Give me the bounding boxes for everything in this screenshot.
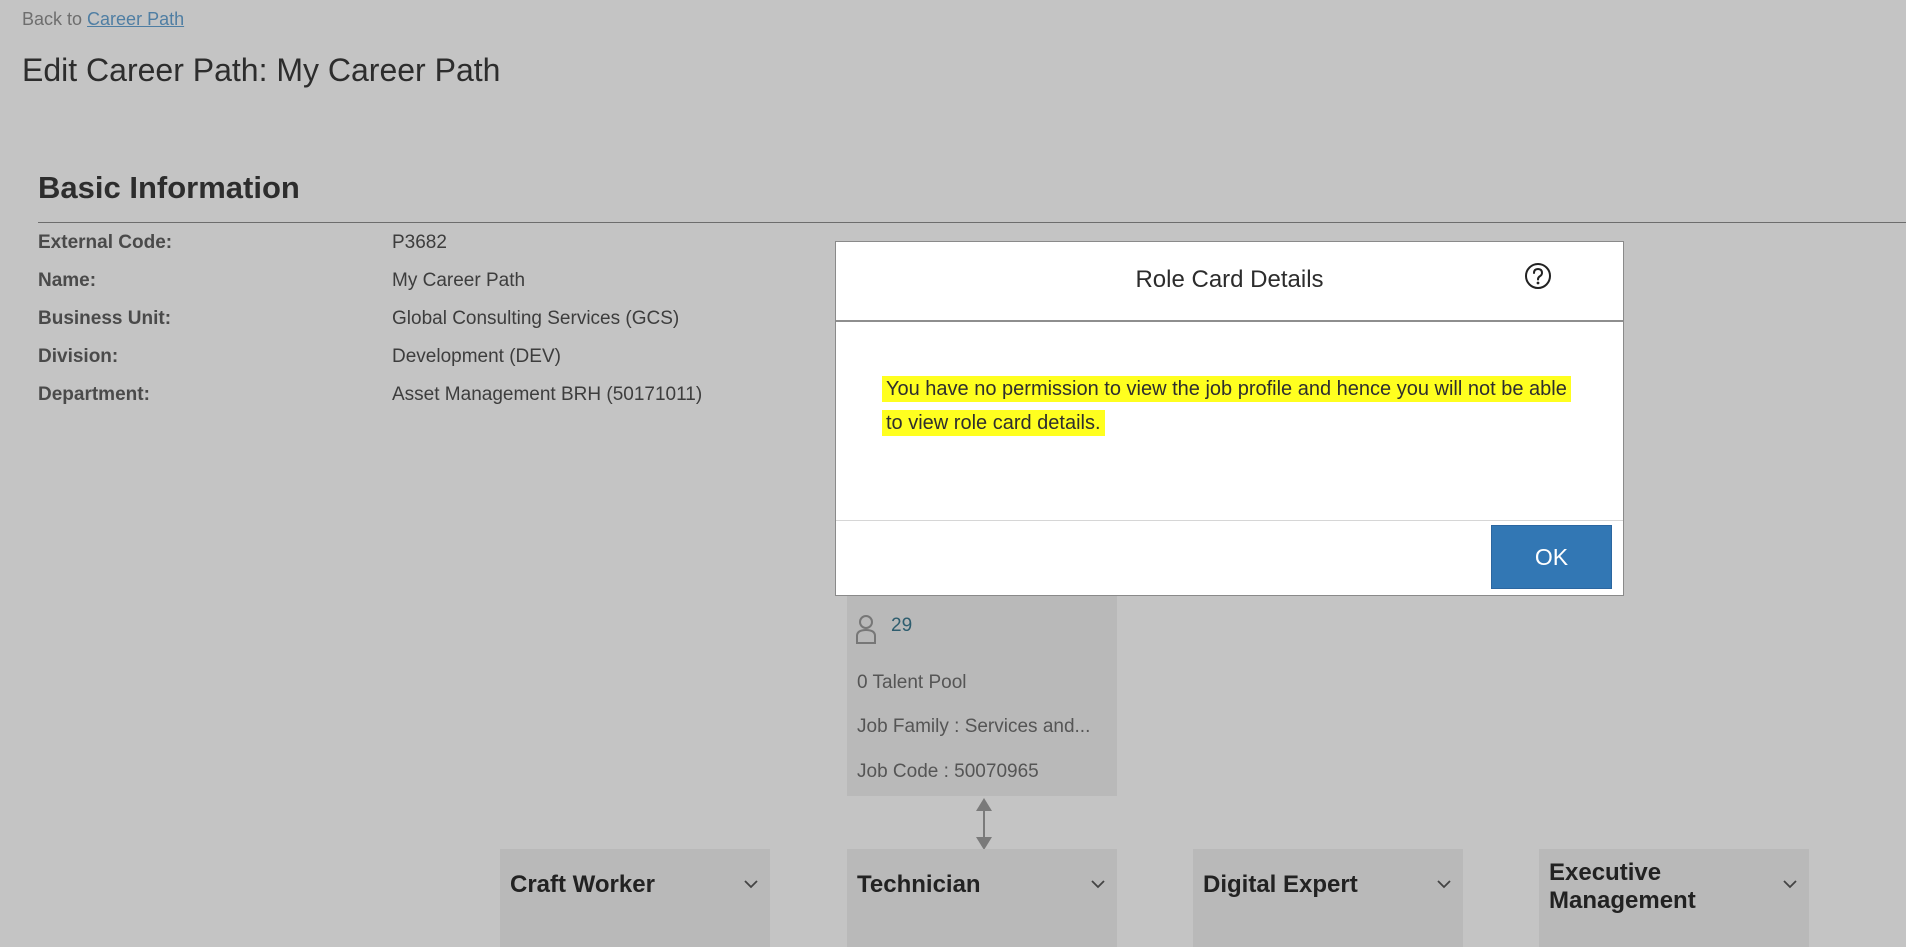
incumbent-count-link[interactable]: 29	[891, 615, 912, 637]
info-row-division: Division: Development (DEV)	[38, 346, 798, 376]
chevron-down-icon[interactable]	[1435, 875, 1453, 893]
dialog-header: Role Card Details	[836, 242, 1623, 322]
job-card-label: Executive Management	[1549, 859, 1696, 914]
highlighted-message-text: You have no permission to view the job p…	[882, 376, 1571, 436]
info-row-business-unit: Business Unit: Global Consulting Service…	[38, 308, 798, 338]
dialog-title: Role Card Details	[1135, 266, 1324, 293]
job-family-text: Job Family : Services and...	[857, 716, 1091, 737]
job-card-label: Craft Worker	[510, 871, 655, 898]
info-value: Development (DEV)	[392, 346, 561, 367]
career-path-link[interactable]: Career Path	[87, 9, 184, 29]
job-card-digital-expert[interactable]: Digital Expert	[1193, 849, 1463, 947]
chevron-down-icon[interactable]	[1089, 875, 1107, 893]
info-row-name: Name: My Career Path	[38, 270, 798, 300]
chevron-down-icon[interactable]	[1781, 875, 1799, 893]
bidirectional-arrow-icon	[976, 798, 992, 850]
info-row-external-code: External Code: P3682	[38, 232, 798, 262]
help-icon[interactable]	[1524, 262, 1552, 290]
job-card-craft-worker[interactable]: Craft Worker	[500, 849, 770, 947]
section-divider	[38, 222, 1906, 223]
talent-pool-text: 0 Talent Pool	[857, 672, 967, 693]
job-card-label: Digital Expert	[1203, 871, 1358, 898]
role-card[interactable]: 29 0 Talent Pool Job Family : Services a…	[847, 588, 1117, 796]
page-title: Edit Career Path: My Career Path	[22, 52, 501, 88]
info-value: My Career Path	[392, 270, 526, 291]
info-value: P3682	[392, 232, 447, 253]
job-card-technician[interactable]: Technician	[847, 849, 1117, 947]
info-label: Name:	[38, 270, 97, 291]
job-card-executive-management[interactable]: Executive Management	[1539, 849, 1809, 947]
dialog-message: You have no permission to view the job p…	[882, 372, 1572, 440]
info-value: Global Consulting Services (GCS)	[392, 308, 680, 329]
person-icon	[856, 615, 876, 644]
chevron-down-icon[interactable]	[742, 875, 760, 893]
role-card-details-dialog: Role Card Details You have no permission…	[835, 241, 1624, 596]
dialog-footer-divider	[836, 520, 1623, 521]
ok-button[interactable]: OK	[1491, 525, 1612, 589]
info-label: Division:	[38, 346, 119, 367]
job-code-text: Job Code : 50070965	[857, 761, 1039, 782]
info-label: External Code:	[38, 232, 173, 253]
info-value: Asset Management BRH (50171011)	[392, 384, 703, 405]
info-label: Business Unit:	[38, 308, 172, 329]
info-label: Department:	[38, 384, 150, 405]
job-card-label: Technician	[857, 871, 981, 898]
basic-information-heading: Basic Information	[38, 170, 300, 205]
info-row-department: Department: Asset Management BRH (501710…	[38, 384, 798, 414]
back-nav: Back to Career Path	[22, 9, 184, 30]
back-prefix: Back to	[22, 9, 83, 29]
